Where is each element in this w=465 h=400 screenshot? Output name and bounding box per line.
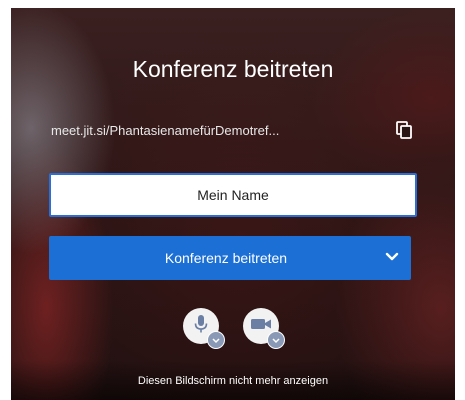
camera-toggle-button[interactable] <box>243 308 285 349</box>
join-options-dropdown[interactable] <box>373 236 411 280</box>
microphone-toggle-button[interactable] <box>183 308 225 349</box>
dialog-title: Konferenz beitreten <box>132 56 334 82</box>
microphone-settings-badge[interactable] <box>207 331 225 349</box>
dont-show-again-link[interactable]: Diesen Bildschirm nicht mehr anzeigen <box>11 375 455 387</box>
meeting-url-row: meet.jit.si/PhantasienamefürDemotref... <box>49 114 417 146</box>
chevron-down-icon <box>385 249 399 267</box>
camera-settings-badge[interactable] <box>267 331 285 349</box>
page: Konferenz beitreten meet.jit.si/Phantasi… <box>0 0 465 400</box>
chevron-down-icon <box>212 331 220 349</box>
join-button[interactable]: Konferenz beitreten <box>49 236 411 280</box>
microphone-icon <box>193 314 209 339</box>
join-button-label: Konferenz beitreten <box>164 250 288 266</box>
prejoin-panel: Konferenz beitreten meet.jit.si/Phantasi… <box>11 8 455 400</box>
copy-icon[interactable] <box>391 117 417 143</box>
name-input[interactable] <box>49 173 417 217</box>
meeting-url: meet.jit.si/PhantasienamefürDemotref... <box>51 122 280 138</box>
chevron-down-icon <box>272 331 280 349</box>
